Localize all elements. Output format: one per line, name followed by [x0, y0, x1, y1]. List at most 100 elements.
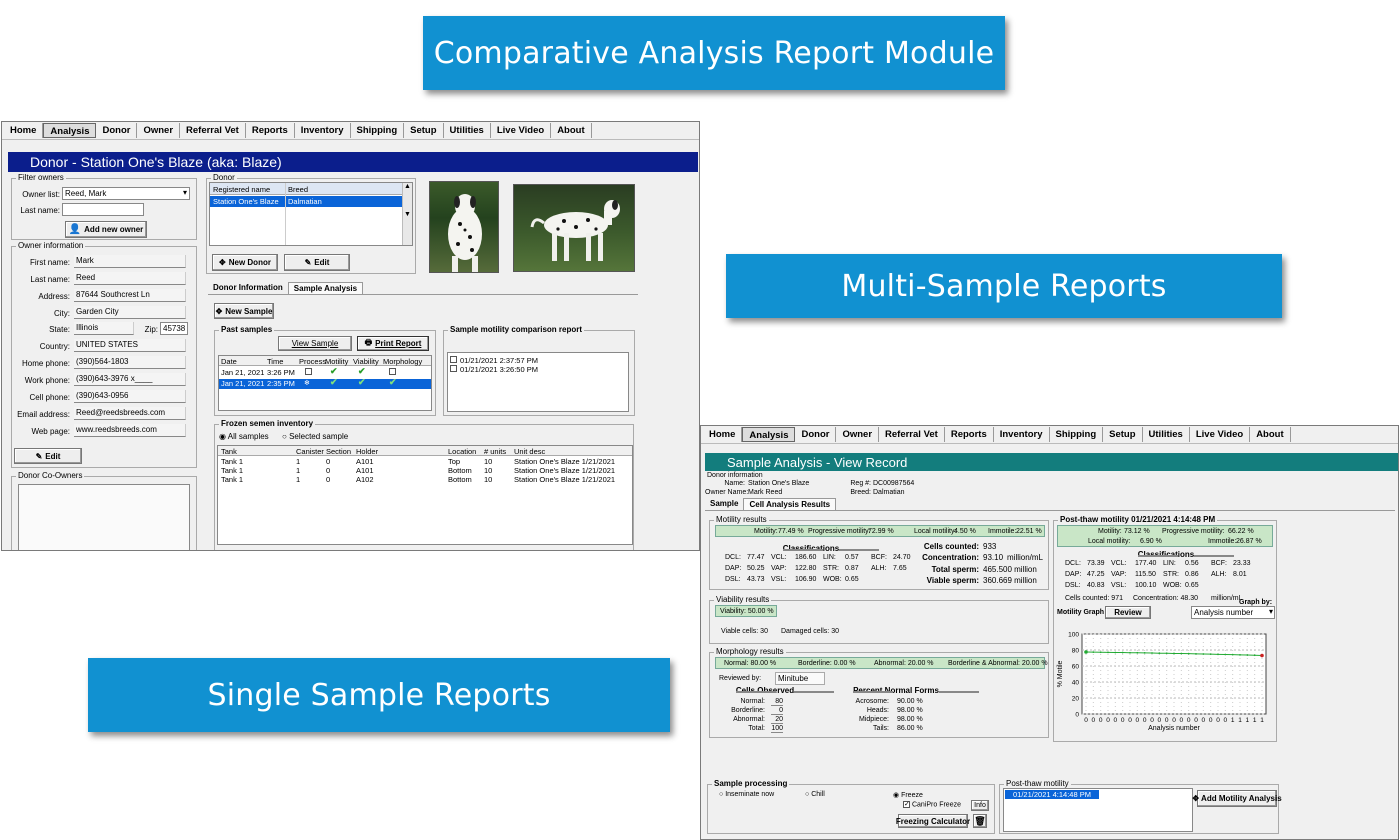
menu-item-home[interactable]: Home: [703, 427, 743, 442]
printer-icon: 🖶: [364, 337, 373, 347]
list-item[interactable]: 01/21/2021 3:26:50 PM: [448, 365, 628, 374]
tab-sample[interactable]: Sample: [705, 498, 743, 510]
menu-item-live-video[interactable]: Live Video: [491, 123, 552, 138]
print-report-button[interactable]: 🖶 Print Report: [357, 336, 429, 351]
owner-field-input[interactable]: Mark: [74, 255, 186, 268]
menu-item-reports[interactable]: Reports: [945, 427, 994, 442]
tab-sample-analysis[interactable]: Sample Analysis: [287, 282, 364, 294]
menu-item-live-video[interactable]: Live Video: [1190, 427, 1251, 442]
menu-item-owner[interactable]: Owner: [836, 427, 880, 442]
x-tick-label: 1: [1253, 717, 1257, 724]
donor-group-title: Donor: [211, 173, 237, 182]
menu-item-analysis[interactable]: Analysis: [43, 123, 97, 138]
donor-table-scrollbar[interactable]: ▲ ▼: [402, 183, 412, 245]
pt-progressive-value: 66.22 %: [1228, 528, 1254, 535]
review-button[interactable]: Review: [1105, 606, 1151, 619]
classifications-heading: Classifications: [721, 544, 901, 553]
donor-table[interactable]: Registered name Breed Station One's Blaz…: [209, 182, 413, 246]
donor-registered-name-cell: Station One's Blaze: [213, 197, 279, 206]
last-name-filter-input[interactable]: [62, 203, 144, 216]
add-motility-analysis-button[interactable]: ✥ Add Motility Analysis: [1192, 790, 1282, 807]
list-item[interactable]: 01/21/2021 4:14:48 PM: [1005, 790, 1099, 799]
owner-list-select[interactable]: Reed, Mark ▾: [62, 187, 190, 200]
info-button[interactable]: Info: [971, 800, 989, 811]
table-row[interactable]: Tank 1 1 0 A101 Top 10 Station One's Blaze 1/2…: [218, 457, 632, 466]
radio-freeze[interactable]: ◉ Freeze: [893, 791, 923, 799]
y-tick-label: 80: [1072, 648, 1080, 655]
table-row[interactable]: Station One's Blaze Dalmatian: [210, 196, 402, 207]
motility-data-point: [1187, 652, 1190, 655]
menu-item-home[interactable]: Home: [4, 123, 44, 138]
menu-item-reports[interactable]: Reports: [246, 123, 295, 138]
past-samples-table[interactable]: Date Time Process Motility Viability Morpholo…: [218, 355, 432, 411]
owner-field-input[interactable]: (390)643-0956: [74, 390, 186, 403]
menu-item-inventory[interactable]: Inventory: [295, 123, 351, 138]
trash-icon[interactable]: 🗑: [973, 814, 987, 828]
pt-local-label: Local motility:: [1088, 538, 1131, 545]
x-tick-label: 0: [1202, 717, 1206, 724]
menu-item-utilities[interactable]: Utilities: [444, 123, 491, 138]
new-sample-button[interactable]: ✥ New Sample: [214, 303, 274, 319]
donor-window: Home Analysis Donor Owner Referral Vet Report…: [1, 121, 700, 551]
graph-by-value: Analysis number: [1194, 608, 1254, 617]
tab-donor-information[interactable]: Donor Information: [208, 282, 288, 294]
owner-field-input[interactable]: UNITED STATES: [74, 339, 186, 352]
new-donor-button[interactable]: ✥ New Donor: [212, 254, 278, 271]
frozen-header-0: Tank: [221, 447, 237, 456]
table-row[interactable]: Jan 21, 2021 3:26 PM ✔ ✔: [219, 366, 431, 378]
owner-field-input[interactable]: Illinois: [74, 322, 134, 335]
radio-all-samples[interactable]: ◉ All samples: [219, 432, 269, 441]
owner-field-input[interactable]: (390)564-1803: [74, 356, 186, 369]
menu-item-shipping[interactable]: Shipping: [351, 123, 405, 138]
list-item[interactable]: 01/21/2021 2:37:57 PM: [448, 356, 628, 365]
menu-item-referral-vet[interactable]: Referral Vet: [180, 123, 246, 138]
menu-item-shipping[interactable]: Shipping: [1050, 427, 1104, 442]
menu-item-about[interactable]: About: [551, 123, 592, 138]
donor-edit-button[interactable]: ✎ Edit: [284, 254, 350, 271]
total-sperm-value: 465.500 million: [983, 565, 1037, 574]
menu-item-setup[interactable]: Setup: [404, 123, 444, 138]
reviewed-by-field[interactable]: Minitube: [775, 672, 825, 685]
owner-name-label: Owner Name:: [705, 489, 749, 496]
add-new-owner-button[interactable]: 👤 Add new owner: [65, 221, 147, 238]
menu-item-setup[interactable]: Setup: [1103, 427, 1143, 442]
y-tick-label: 20: [1072, 696, 1080, 703]
banner-multi-sample: Multi-Sample Reports: [726, 254, 1282, 318]
menu-item-analysis[interactable]: Analysis: [742, 427, 796, 442]
co-owners-list[interactable]: [18, 484, 190, 550]
owner-field-input[interactable]: Reed@reedsbreeds.com: [74, 407, 186, 420]
new-icon: ✥: [1192, 794, 1200, 803]
radio-inseminate-now[interactable]: ○ Inseminate now: [719, 791, 774, 798]
owner-field-input[interactable]: www.reedsbreeds.com: [74, 424, 186, 437]
new-donor-label: New Donor: [228, 258, 271, 267]
menu-item-donor[interactable]: Donor: [795, 427, 837, 442]
x-tick-label: 1: [1260, 717, 1264, 724]
table-row[interactable]: Tank 1 1 0 A101 Bottom 10 Station One's Blaze …: [218, 466, 632, 475]
zip-field[interactable]: 45738: [160, 322, 188, 335]
motility-comparison-list[interactable]: 01/21/2021 2:37:57 PM 01/21/2021 3:26:50…: [447, 352, 629, 412]
canipro-freeze-checkbox[interactable]: ✓ CaniPro Freeze: [903, 801, 961, 808]
menu-item-owner[interactable]: Owner: [137, 123, 181, 138]
menu-item-inventory[interactable]: Inventory: [994, 427, 1050, 442]
table-row[interactable]: Tank 1 1 0 A102 Bottom 10 Station One's Blaze …: [218, 475, 632, 484]
table-row[interactable]: Jan 21, 2021 2:35 PM ❄ ✔ ✔ ✔: [219, 377, 431, 389]
owner-field-input[interactable]: (390)643-3976 x____: [74, 373, 186, 386]
tab-cell-analysis-results[interactable]: Cell Analysis Results: [743, 498, 837, 510]
graph-by-select[interactable]: Analysis number ▾: [1191, 606, 1275, 619]
menu-item-referral-vet[interactable]: Referral Vet: [879, 427, 945, 442]
owner-edit-button[interactable]: ✎ Edit: [14, 448, 82, 464]
owner-field-input[interactable]: 87644 Southcrest Ln: [74, 289, 186, 302]
owner-field-input[interactable]: Reed: [74, 272, 186, 285]
menu-item-about[interactable]: About: [1250, 427, 1291, 442]
frozen-inventory-table[interactable]: Tank Canister Section Holder Location # units…: [217, 445, 633, 545]
freezing-calculator-button[interactable]: Freezing Calculator: [896, 814, 970, 828]
radio-selected-sample[interactable]: ○ Selected sample: [282, 432, 348, 441]
viability-check-icon: ✔: [358, 377, 366, 387]
sample-date-cell: Jan 21, 2021: [221, 368, 265, 377]
menu-item-donor[interactable]: Donor: [96, 123, 138, 138]
menu-item-utilities[interactable]: Utilities: [1143, 427, 1190, 442]
post-thaw-list[interactable]: 01/21/2021 4:14:48 PM: [1003, 788, 1193, 832]
view-sample-button[interactable]: View Sample: [278, 336, 352, 351]
owner-field-input[interactable]: Garden City: [74, 306, 186, 319]
radio-chill[interactable]: ○ Chill: [805, 791, 825, 798]
